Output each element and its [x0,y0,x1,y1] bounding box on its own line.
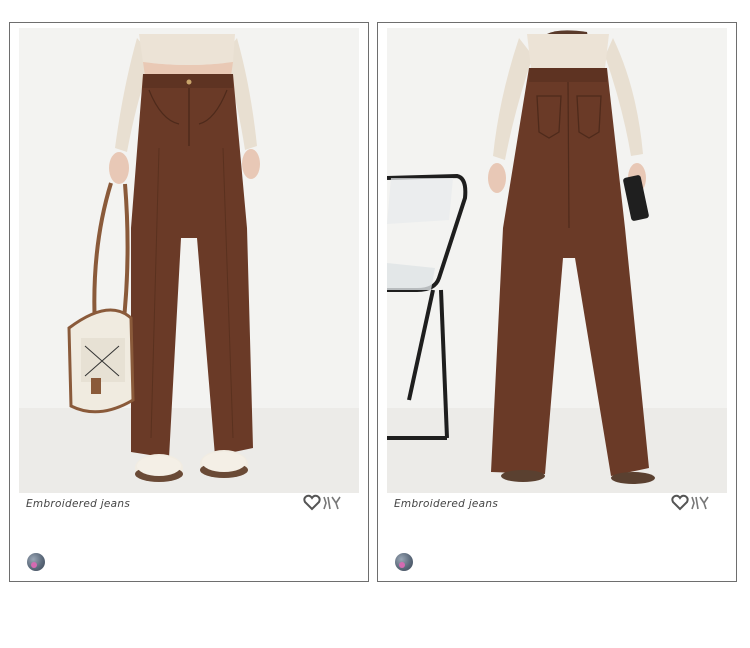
product-photo-front[interactable] [19,28,359,493]
product-caption: Embroidered jeans [26,498,131,510]
heart-logo-icon [671,494,709,511]
product-caption: Embroidered jeans [394,498,499,510]
heart-logo-icon [303,494,341,511]
product-card-front[interactable]: Embroidered jeans [9,22,369,582]
product-card-back[interactable]: Embroidered jeans [377,22,737,582]
user-avatar-icon[interactable] [27,553,45,571]
jeans-front-image [19,28,359,493]
user-avatar-icon[interactable] [395,553,413,571]
product-photo-back[interactable] [387,28,727,493]
jeans-back-image [387,28,727,493]
